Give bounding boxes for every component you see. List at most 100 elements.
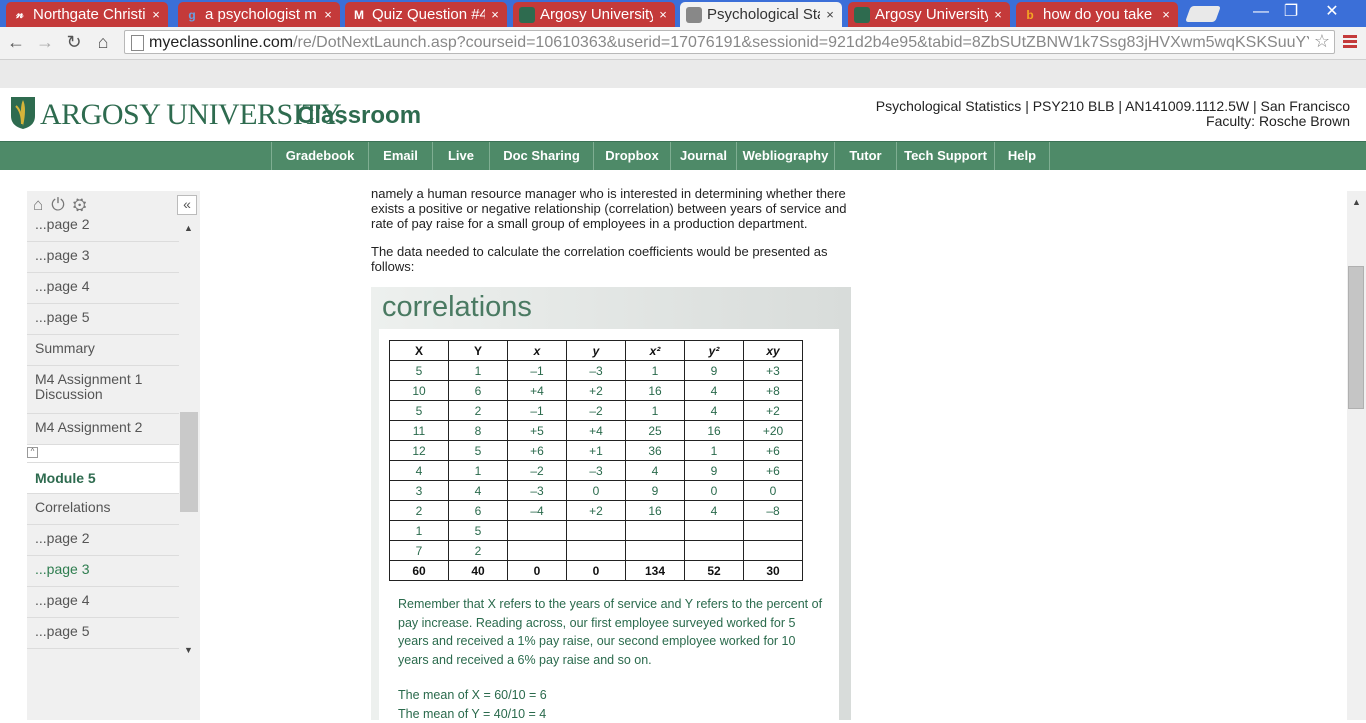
table-cell: 5	[449, 441, 508, 461]
sidebar-item-correlations[interactable]: Correlations	[27, 494, 179, 525]
sidebar-scroll-thumb[interactable]	[180, 412, 198, 512]
tab-close-icon[interactable]: ×	[1160, 7, 1172, 22]
tab-close-icon[interactable]: ×	[489, 7, 501, 22]
nav-gradebook[interactable]: Gradebook	[271, 142, 368, 170]
table-cell: 25	[626, 421, 685, 441]
table-cell: +6	[744, 461, 803, 481]
table-cell: +2	[567, 501, 626, 521]
browser-tab-5[interactable]: Psychological Sta ×	[680, 2, 842, 27]
sidebar-item-m4-assignment-1-discussion[interactable]: M4 Assignment 1 Discussion	[27, 366, 179, 414]
table-cell: 16	[626, 501, 685, 521]
section-collapse-toggle[interactable]: ^	[27, 445, 179, 463]
figure-panel: XYxyx²y²xy51–1–319+3106+4+2164+852–1–214…	[379, 329, 839, 720]
table-row: 118+5+42516+20	[390, 421, 803, 441]
table-cell: 60	[390, 561, 449, 581]
sidebar-module-5[interactable]: Module 5	[27, 463, 179, 494]
sidebar-item-page-5[interactable]: ...page 5	[27, 618, 179, 649]
scroll-up-icon[interactable]: ▲	[184, 223, 193, 233]
tab-title: Psychological Sta	[707, 6, 820, 23]
lesson-content: namely a human resource manager who is i…	[371, 186, 856, 287]
sidebar-item-page-4[interactable]: ...page 4	[27, 587, 179, 618]
nav-journal[interactable]: Journal	[670, 142, 736, 170]
new-tab-button[interactable]	[1185, 6, 1221, 22]
bookmark-star-icon[interactable]: ☆	[1314, 31, 1330, 52]
scroll-down-icon[interactable]: ▼	[184, 645, 193, 655]
page-scroll-thumb[interactable]	[1348, 266, 1364, 409]
tab-close-icon[interactable]: ×	[992, 7, 1004, 22]
sidebar-item-page-3[interactable]: ...page 3	[27, 242, 179, 273]
browser-tab-6[interactable]: Argosy University ×	[848, 2, 1010, 27]
table-cell: 9	[626, 481, 685, 501]
nav-tech-support[interactable]: Tech Support	[896, 142, 994, 170]
nav-tutor[interactable]: Tutor	[834, 142, 896, 170]
mean-x-text: The mean of X = 60/10 = 6	[398, 686, 828, 705]
url-text[interactable]: myeclassonline.com/re/DotNextLaunch.asp?…	[149, 34, 1309, 52]
table-cell: 2	[390, 501, 449, 521]
table-row: 41–2–349+6	[390, 461, 803, 481]
sidebar-item-page-3[interactable]: ...page 3	[27, 556, 179, 587]
reload-icon[interactable]: ↻	[63, 31, 85, 53]
sidebar-item-page-2[interactable]: ...page 2	[27, 525, 179, 556]
table-cell: +8	[744, 381, 803, 401]
tab-title: Argosy University	[875, 6, 988, 23]
table-cell: 12	[390, 441, 449, 461]
table-cell	[744, 521, 803, 541]
table-cell	[685, 521, 744, 541]
browser-tab-2[interactable]: g a psychologist m ×	[178, 2, 340, 27]
table-cell	[567, 541, 626, 561]
table-cell: –3	[508, 481, 567, 501]
sidebar-item-page-2[interactable]: ...page 2	[27, 211, 179, 242]
sidebar-item-page-4[interactable]: ...page 4	[27, 273, 179, 304]
home-icon[interactable]: ⌂	[92, 31, 114, 53]
tab-title: a psychologist m	[205, 6, 318, 23]
address-bar[interactable]: myeclassonline.com/re/DotNextLaunch.asp?…	[124, 30, 1335, 54]
nav-doc-sharing[interactable]: Doc Sharing	[489, 142, 593, 170]
table-cell	[508, 541, 567, 561]
nav-email[interactable]: Email	[368, 142, 432, 170]
restore-button[interactable]: ❐	[1276, 0, 1306, 24]
table-cell: 7	[390, 541, 449, 561]
table-cell: 1	[449, 361, 508, 381]
tab-favicon-icon	[519, 7, 535, 23]
table-cell: 1	[449, 461, 508, 481]
page-scrollbar[interactable]: ▲	[1347, 191, 1366, 720]
close-window-button[interactable]: ✕	[1312, 0, 1352, 24]
minimize-button[interactable]: —	[1246, 0, 1276, 24]
tab-close-icon[interactable]: ×	[657, 7, 669, 22]
table-row: 34–30900	[390, 481, 803, 501]
table-cell: 0	[567, 481, 626, 501]
sidebar-item-m4-assignment-2[interactable]: M4 Assignment 2	[27, 414, 179, 445]
table-cell: 10	[390, 381, 449, 401]
table-cell: y	[567, 341, 626, 361]
table-cell: +3	[744, 361, 803, 381]
nav-webliography[interactable]: Webliography	[736, 142, 834, 170]
page-scroll-up-icon[interactable]: ▲	[1352, 197, 1361, 207]
browser-menu-icon[interactable]	[1343, 35, 1357, 50]
browser-tab-4[interactable]: Argosy University×	[513, 2, 675, 27]
page-icon	[131, 35, 144, 51]
nav-live[interactable]: Live	[432, 142, 489, 170]
browser-tab-3[interactable]: MQuiz Question #4×	[345, 2, 507, 27]
sidebar-scrollbar[interactable]: ▲ ▼	[180, 221, 198, 651]
tab-favicon-icon: g	[184, 7, 200, 23]
nav-help[interactable]: Help	[994, 142, 1049, 170]
browser-tab-7[interactable]: bhow do you take×	[1016, 2, 1178, 27]
table-cell: 52	[685, 561, 744, 581]
back-icon[interactable]: ←	[5, 31, 27, 53]
tab-favicon-icon	[854, 7, 870, 23]
tab-favicon-icon	[686, 7, 702, 23]
course-info: Psychological Statistics | PSY210 BLB | …	[876, 99, 1350, 129]
table-cell: 4	[685, 501, 744, 521]
table-cell: 1	[685, 441, 744, 461]
tab-close-icon[interactable]: ×	[150, 7, 162, 22]
tab-close-icon[interactable]: ×	[322, 7, 334, 22]
sidebar-item-page-5[interactable]: ...page 5	[27, 304, 179, 335]
browser-tab-1[interactable]: 𝓃Northgate Christi×	[6, 2, 168, 27]
nav-dropbox[interactable]: Dropbox	[593, 142, 670, 170]
collapse-sidebar-button[interactable]: «	[177, 195, 197, 215]
table-cell: 4	[390, 461, 449, 481]
tab-close-icon[interactable]: ×	[824, 7, 836, 22]
sidebar-item-summary[interactable]: Summary	[27, 335, 179, 366]
forward-icon[interactable]: →	[34, 31, 56, 53]
explanation-text: Remember that X refers to the years of s…	[398, 595, 828, 669]
